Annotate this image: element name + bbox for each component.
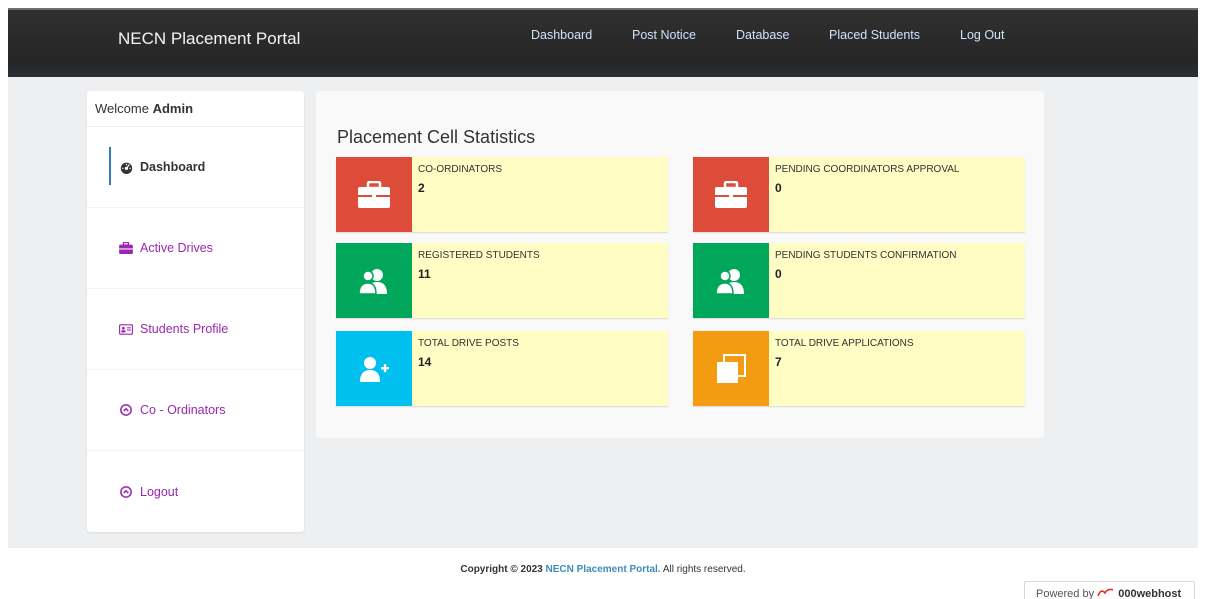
stat-card-total-drive-posts: TOTAL DRIVE POSTS 14 — [336, 331, 668, 406]
briefcase-icon — [119, 241, 133, 255]
navbar: NECN Placement Portal Dashboard Post Not… — [8, 10, 1198, 77]
webhost-logo-icon — [1097, 588, 1118, 599]
sidebar-item-label: Students Profile — [140, 322, 229, 336]
sidebar-item-label: Active Drives — [140, 241, 213, 255]
nav-dashboard[interactable]: Dashboard — [531, 28, 592, 42]
stat-value: 0 — [775, 181, 782, 195]
sidebar-item-label: Logout — [140, 484, 179, 499]
users-icon — [693, 243, 769, 318]
stat-card-total-drive-applications: TOTAL DRIVE APPLICATIONS 7 — [693, 331, 1025, 406]
circle-chevron-icon — [119, 403, 133, 417]
sidebar-item-active-drives[interactable]: Active Drives — [87, 208, 304, 289]
stat-label: TOTAL DRIVE APPLICATIONS — [775, 338, 914, 349]
sidebar-item-label: Dashboard — [140, 160, 206, 174]
stat-value: 14 — [418, 355, 432, 369]
sidebar-item-co-ordinators[interactable]: Co - Ordinators — [87, 370, 304, 451]
stat-value: 2 — [418, 181, 425, 195]
webhost-name: 000webhost — [1118, 588, 1182, 599]
stat-value: 0 — [775, 267, 782, 281]
stat-label: PENDING COORDINATORS APPROVAL — [775, 164, 960, 175]
copy-icon — [693, 331, 769, 406]
footer-rights: All rights reserved. — [662, 564, 746, 575]
welcome-user: Admin — [152, 101, 194, 116]
stat-card-pending-students: PENDING STUDENTS CONFIRMATION 0 — [693, 243, 1025, 318]
circle-chevron-icon — [119, 485, 133, 499]
briefcase-icon — [336, 157, 412, 232]
briefcase-icon — [693, 157, 769, 232]
stat-label: TOTAL DRIVE POSTS — [418, 338, 519, 349]
brand-title[interactable]: NECN Placement Portal — [118, 29, 300, 49]
stat-card-coordinators: CO-ORDINATORS 2 — [336, 157, 668, 232]
stat-card-pending-coordinators: PENDING COORDINATORS APPROVAL 0 — [693, 157, 1025, 232]
sidebar-item-label: Co - Ordinators — [140, 403, 226, 417]
powered-by-text: Powered by — [1036, 588, 1095, 599]
stat-label: PENDING STUDENTS CONFIRMATION — [775, 250, 957, 261]
nav-log-out[interactable]: Log Out — [960, 28, 1004, 42]
sidebar: Welcome Admin Dashboard Active Drives St… — [87, 91, 304, 532]
users-icon — [336, 243, 412, 318]
sidebar-item-logout[interactable]: Logout — [87, 451, 304, 532]
stat-value: 7 — [775, 355, 782, 369]
sidebar-item-students-profile[interactable]: Students Profile — [87, 289, 304, 370]
powered-by-badge[interactable]: Powered by 000webhost — [1024, 581, 1195, 599]
nav-placed-students[interactable]: Placed Students — [829, 28, 920, 42]
page-title: Placement Cell Statistics — [337, 127, 536, 147]
sidebar-item-dashboard[interactable]: Dashboard — [87, 127, 304, 208]
nav-database[interactable]: Database — [736, 28, 790, 42]
footer: Copyright © 2023 NECN Placement Portal. … — [0, 564, 1206, 575]
welcome-text: Welcome Admin — [87, 91, 304, 127]
stat-label: REGISTERED STUDENTS — [418, 250, 540, 261]
statistics-panel: Placement Cell Statistics CO-ORDINATORS … — [316, 91, 1044, 438]
id-card-icon — [119, 322, 133, 336]
footer-link[interactable]: NECN Placement Portal. — [546, 564, 661, 575]
nav-post-notice[interactable]: Post Notice — [632, 28, 696, 42]
footer-copyright: Copyright © 2023 — [460, 564, 543, 575]
stat-label: CO-ORDINATORS — [418, 164, 503, 175]
dashboard-icon — [119, 160, 133, 174]
stat-card-registered-students: REGISTERED STUDENTS 11 — [336, 243, 668, 318]
welcome-prefix: Welcome — [95, 101, 149, 116]
stat-value: 11 — [418, 267, 431, 281]
user-plus-icon — [336, 331, 412, 406]
